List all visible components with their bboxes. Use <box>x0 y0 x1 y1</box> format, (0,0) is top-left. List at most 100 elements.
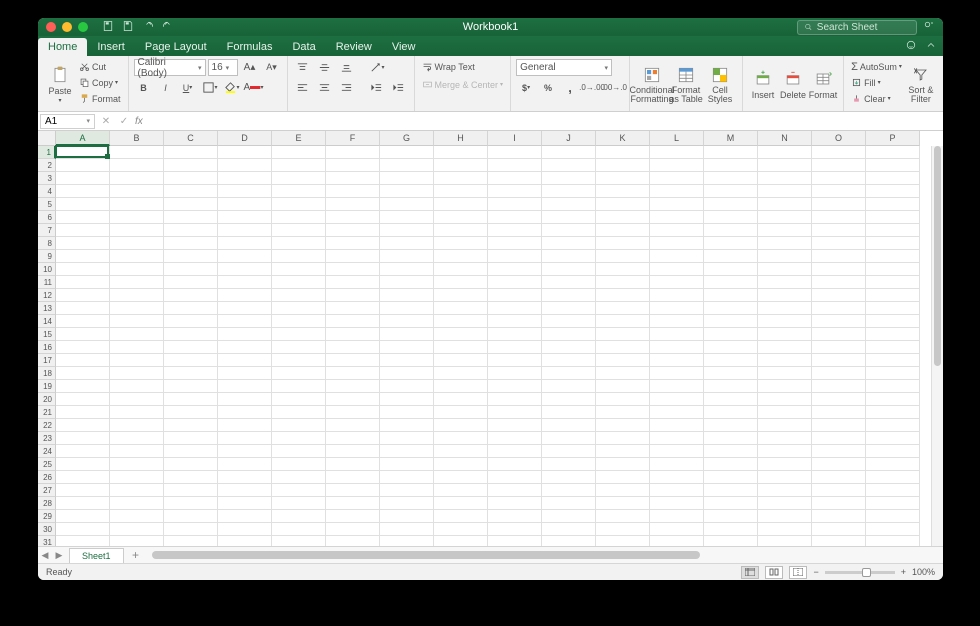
row-header-31[interactable]: 31 <box>38 536 56 546</box>
vertical-scroll-thumb[interactable] <box>934 146 941 366</box>
cell[interactable] <box>380 341 434 354</box>
cell[interactable] <box>812 406 866 419</box>
cell[interactable] <box>650 536 704 546</box>
row-header-8[interactable]: 8 <box>38 237 56 250</box>
search-input[interactable] <box>817 22 910 33</box>
cell[interactable] <box>488 458 542 471</box>
cell[interactable] <box>542 198 596 211</box>
cell[interactable] <box>704 172 758 185</box>
cell[interactable] <box>866 458 920 471</box>
cell[interactable] <box>866 276 920 289</box>
align-middle-button[interactable] <box>315 59 335 76</box>
row-header-19[interactable]: 19 <box>38 380 56 393</box>
cell[interactable] <box>542 406 596 419</box>
cell[interactable] <box>164 354 218 367</box>
row-header-30[interactable]: 30 <box>38 523 56 536</box>
cell[interactable] <box>542 536 596 546</box>
cell[interactable] <box>542 315 596 328</box>
cell[interactable] <box>866 523 920 536</box>
autosum-button[interactable]: ΣAutoSum▾ <box>849 59 904 74</box>
cell[interactable] <box>488 406 542 419</box>
cell[interactable] <box>164 393 218 406</box>
row-header-20[interactable]: 20 <box>38 393 56 406</box>
cell[interactable] <box>488 432 542 445</box>
cell[interactable] <box>218 328 272 341</box>
cell[interactable] <box>272 315 326 328</box>
cell[interactable] <box>488 354 542 367</box>
cell[interactable] <box>434 497 488 510</box>
cell-styles-button[interactable]: Cell Styles <box>703 59 737 109</box>
cell[interactable] <box>272 471 326 484</box>
cell[interactable] <box>812 380 866 393</box>
conditional-formatting-button[interactable]: Conditional Formatting <box>635 59 669 109</box>
cell[interactable] <box>758 237 812 250</box>
cell[interactable] <box>596 159 650 172</box>
cell[interactable] <box>56 276 110 289</box>
cell[interactable] <box>326 198 380 211</box>
cell[interactable] <box>218 185 272 198</box>
zoom-slider[interactable] <box>825 571 895 574</box>
cell[interactable] <box>326 250 380 263</box>
cell[interactable] <box>164 198 218 211</box>
cell[interactable] <box>326 172 380 185</box>
cell[interactable] <box>812 523 866 536</box>
cell[interactable] <box>110 354 164 367</box>
cell[interactable] <box>56 432 110 445</box>
cell[interactable] <box>650 211 704 224</box>
row-header-4[interactable]: 4 <box>38 185 56 198</box>
cell[interactable] <box>812 484 866 497</box>
column-headers[interactable]: ABCDEFGHIJKLMNOP <box>56 131 931 146</box>
cell[interactable] <box>434 146 488 159</box>
cell[interactable] <box>272 328 326 341</box>
cell[interactable] <box>272 380 326 393</box>
font-name-combo[interactable]: Calibri (Body)▾ <box>134 59 206 76</box>
cell[interactable] <box>218 445 272 458</box>
cell[interactable] <box>488 276 542 289</box>
delete-cells-button[interactable]: Delete <box>778 59 808 109</box>
cell[interactable] <box>110 380 164 393</box>
cell[interactable] <box>650 471 704 484</box>
row-header-26[interactable]: 26 <box>38 471 56 484</box>
cell[interactable] <box>596 523 650 536</box>
cell[interactable] <box>272 484 326 497</box>
cell[interactable] <box>650 432 704 445</box>
merge-center-button[interactable]: Merge & Center▾ <box>420 77 506 92</box>
cell[interactable] <box>650 445 704 458</box>
cell[interactable] <box>866 315 920 328</box>
cell[interactable] <box>650 497 704 510</box>
cell[interactable] <box>326 341 380 354</box>
cell[interactable] <box>812 497 866 510</box>
row-header-2[interactable]: 2 <box>38 159 56 172</box>
cell[interactable] <box>488 445 542 458</box>
cell[interactable] <box>650 302 704 315</box>
row-header-6[interactable]: 6 <box>38 211 56 224</box>
cell[interactable] <box>56 237 110 250</box>
cell[interactable] <box>488 367 542 380</box>
cell[interactable] <box>488 536 542 546</box>
cell[interactable] <box>218 354 272 367</box>
col-header-G[interactable]: G <box>380 131 434 146</box>
cell[interactable] <box>488 419 542 432</box>
tab-formulas[interactable]: Formulas <box>217 38 283 56</box>
col-header-M[interactable]: M <box>704 131 758 146</box>
bold-button[interactable]: B <box>134 79 154 96</box>
number-format-combo[interactable]: General▾ <box>516 59 612 76</box>
cell[interactable] <box>866 497 920 510</box>
cell[interactable] <box>164 419 218 432</box>
page-break-view-button[interactable] <box>789 566 807 579</box>
cell[interactable] <box>272 185 326 198</box>
cell[interactable] <box>164 380 218 393</box>
cell[interactable] <box>704 458 758 471</box>
cell[interactable] <box>542 523 596 536</box>
cell[interactable] <box>542 276 596 289</box>
cell[interactable] <box>380 146 434 159</box>
cell[interactable] <box>218 458 272 471</box>
cell[interactable] <box>272 432 326 445</box>
cell[interactable] <box>164 536 218 546</box>
cell[interactable] <box>164 276 218 289</box>
prev-sheet-button[interactable]: ◀ <box>38 550 52 561</box>
cell[interactable] <box>542 250 596 263</box>
row-header-27[interactable]: 27 <box>38 484 56 497</box>
zoom-in-button[interactable]: + <box>901 567 906 577</box>
cell[interactable] <box>866 263 920 276</box>
